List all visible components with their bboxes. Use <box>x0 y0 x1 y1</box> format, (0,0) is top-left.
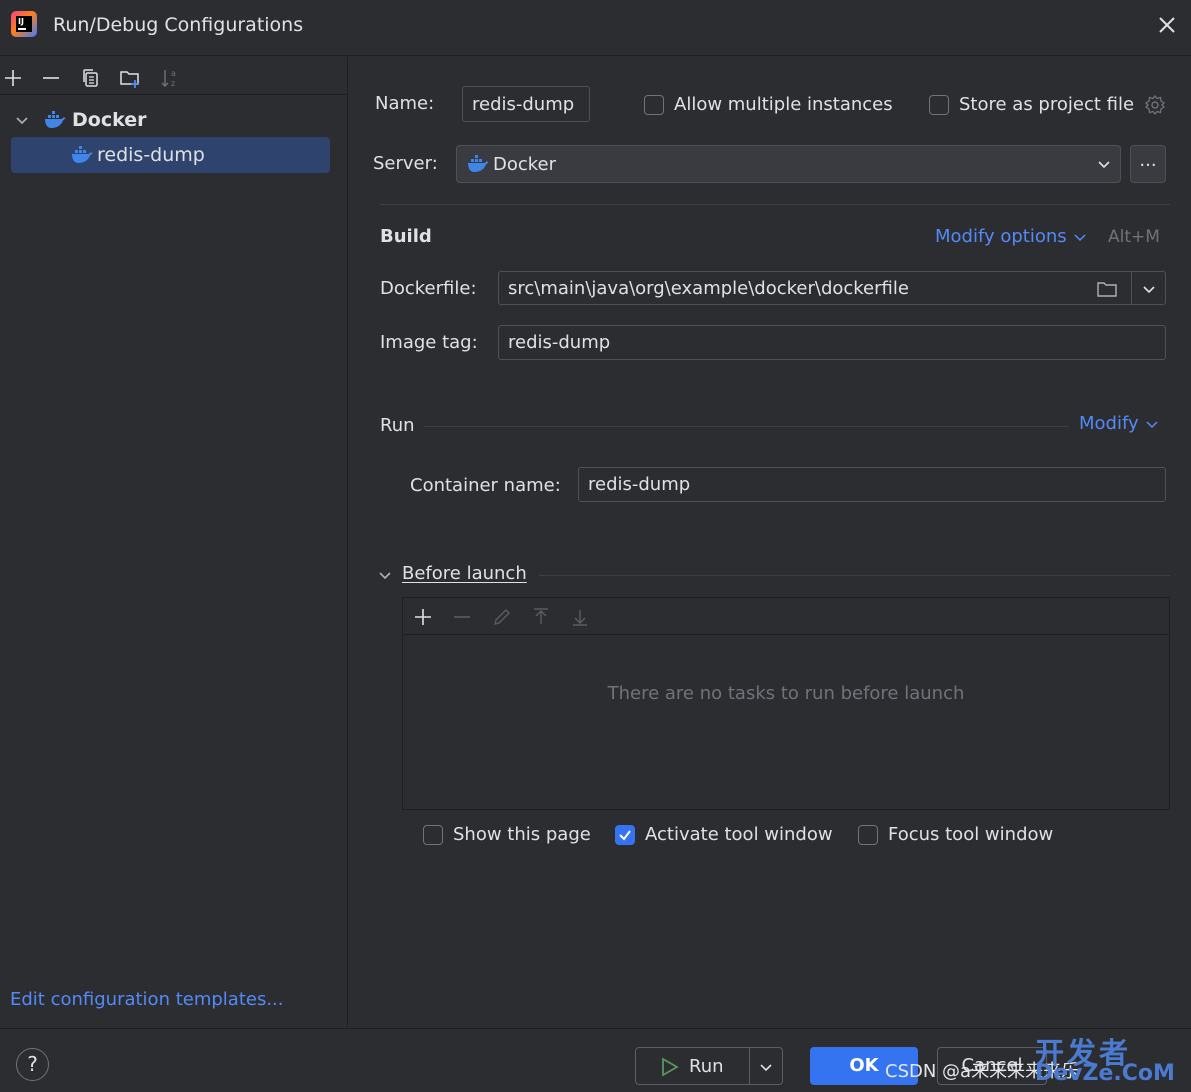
name-input[interactable]: redis-dump <box>462 86 590 122</box>
folder-icon[interactable] <box>1096 279 1118 299</box>
divider <box>1131 272 1132 304</box>
configuration-form: Name: redis-dump Allow multiple instance… <box>349 57 1191 1027</box>
copy-icon[interactable] <box>78 65 104 91</box>
add-icon[interactable] <box>0 65 26 91</box>
server-select[interactable]: Docker <box>456 145 1121 183</box>
server-label: Server: <box>373 153 438 174</box>
remove-icon[interactable] <box>38 65 64 91</box>
move-down-icon[interactable] <box>567 604 593 630</box>
run-section-title: Run <box>380 415 415 436</box>
store-project-checkbox[interactable]: Store as project file <box>929 94 1134 115</box>
checkbox-box[interactable] <box>423 824 443 845</box>
chevron-down-icon <box>1074 233 1086 241</box>
close-icon[interactable] <box>1155 13 1179 37</box>
allow-multiple-label: Allow multiple instances <box>674 94 893 115</box>
modify-options-link[interactable]: Modify options <box>935 226 1087 247</box>
activate-tool-window-label: Activate tool window <box>645 824 833 845</box>
focus-tool-window-checkbox[interactable]: Focus tool window <box>858 824 1053 845</box>
chevron-down-icon <box>1146 420 1158 428</box>
tree-group-label: Docker <box>72 109 147 131</box>
container-name-input[interactable]: redis-dump <box>578 467 1166 502</box>
container-name-label: Container name: <box>410 475 561 496</box>
before-launch-toolbar <box>403 598 1169 635</box>
svg-text:z: z <box>171 79 175 88</box>
store-project-label: Store as project file <box>959 94 1135 115</box>
checkmark-icon <box>619 829 631 841</box>
sort-alpha-icon[interactable]: az <box>157 65 183 91</box>
intellij-logo-icon: IJ <box>11 11 37 37</box>
edit-templates-link[interactable]: Edit configuration templates... <box>10 989 284 1010</box>
checkbox-box[interactable] <box>644 94 664 115</box>
dockerfile-value: src\main\java\org\example\docker\dockerf… <box>508 278 909 299</box>
divider <box>749 1048 750 1084</box>
tree-group-docker[interactable]: Docker <box>14 107 146 133</box>
allow-multiple-checkbox[interactable]: Allow multiple instances <box>644 94 893 115</box>
edit-icon[interactable] <box>489 604 515 630</box>
play-icon <box>662 1057 679 1077</box>
site-watermark-url: DevZe.CoM <box>1035 1061 1175 1086</box>
add-icon[interactable] <box>410 604 436 630</box>
chevron-down-icon[interactable] <box>14 112 30 128</box>
docker-icon <box>45 111 66 128</box>
image-tag-input[interactable]: redis-dump <box>498 325 1166 360</box>
focus-tool-window-label: Focus tool window <box>888 824 1054 845</box>
divider <box>539 575 1170 576</box>
checkbox-box[interactable] <box>929 94 949 115</box>
before-launch-title[interactable]: Before launch <box>402 563 527 584</box>
chevron-down-icon[interactable] <box>1141 281 1157 297</box>
move-up-icon[interactable] <box>528 604 554 630</box>
show-page-checkbox[interactable]: Show this page <box>423 824 591 845</box>
docker-icon <box>72 146 93 163</box>
docker-icon <box>468 155 489 172</box>
tree-item-label: redis-dump <box>97 144 205 166</box>
run-button[interactable]: Run <box>635 1047 783 1085</box>
modify-link[interactable]: Modify <box>1079 413 1159 434</box>
dockerfile-label: Dockerfile: <box>380 278 477 299</box>
dialog-footer: ? Run OK Cancel CSDN @a来来来来来乐 开发者 DevZe.… <box>0 1028 1191 1092</box>
server-value: Docker <box>493 153 557 175</box>
remove-icon[interactable] <box>449 604 475 630</box>
modify-options-shortcut: Alt+M <box>1108 227 1160 247</box>
svg-text:a: a <box>171 69 176 78</box>
server-browse-button[interactable]: ... <box>1130 145 1166 183</box>
run-label: Run <box>689 1056 724 1077</box>
chevron-down-icon[interactable] <box>1096 156 1112 172</box>
help-button[interactable]: ? <box>16 1048 49 1081</box>
before-launch-empty-text: There are no tasks to run before launch <box>607 683 965 704</box>
divider <box>424 426 1069 427</box>
before-launch-panel: There are no tasks to run before launch <box>402 597 1170 810</box>
window-title: Run/Debug Configurations <box>53 14 304 36</box>
divider <box>380 204 1170 205</box>
chevron-down-icon[interactable] <box>377 567 393 583</box>
name-label: Name: <box>375 93 435 114</box>
title-bar: IJ Run/Debug Configurations <box>0 0 1191 56</box>
checkbox-box-checked[interactable] <box>615 824 635 845</box>
modify-options-label: Modify options <box>935 226 1067 247</box>
new-folder-icon[interactable] <box>117 65 143 91</box>
modify-label: Modify <box>1079 413 1139 434</box>
show-page-label: Show this page <box>453 824 591 845</box>
gear-icon[interactable] <box>1144 94 1166 116</box>
configurations-sidebar: az Docker redis-dump Edit configuration … <box>0 57 348 1027</box>
dockerfile-input[interactable]: src\main\java\org\example\docker\dockerf… <box>498 271 1166 305</box>
image-tag-label: Image tag: <box>380 332 478 353</box>
sidebar-toolbar-divider <box>0 94 348 95</box>
activate-tool-window-checkbox[interactable]: Activate tool window <box>615 824 833 845</box>
tree-item-redis-dump[interactable]: redis-dump <box>11 137 330 173</box>
checkbox-box[interactable] <box>858 824 878 845</box>
chevron-down-icon[interactable] <box>758 1059 774 1075</box>
build-section-title: Build <box>380 226 432 247</box>
